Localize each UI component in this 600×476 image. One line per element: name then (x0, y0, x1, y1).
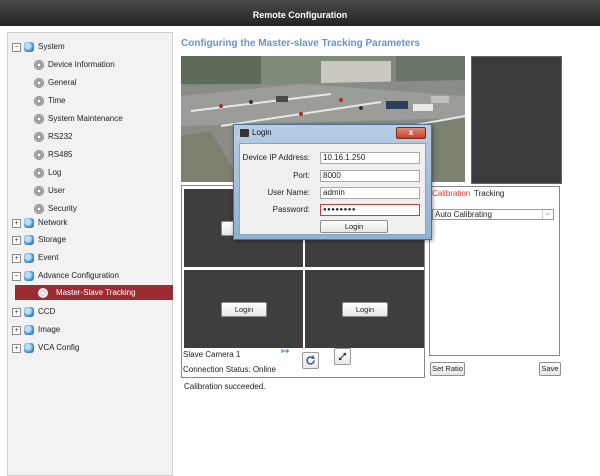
expand-arrows-icon (338, 352, 347, 361)
refresh-button[interactable] (302, 352, 319, 369)
save-button[interactable]: Save (539, 362, 561, 376)
port-label: Port: (293, 171, 310, 180)
config-tree: − System Device Information General Time … (7, 32, 173, 476)
expand-icon[interactable]: + (12, 253, 21, 263)
login-dialog: Login x Device IP Address: 10.16.1.250 P… (233, 124, 432, 240)
password-label: Password: (272, 205, 310, 214)
expand-icon[interactable]: + (12, 325, 21, 335)
calibration-panel: Calibration Tracking Auto Calibrating ⌵ (429, 186, 560, 356)
gear-icon (38, 288, 48, 298)
username-field[interactable]: admin (320, 187, 420, 199)
refresh-icon (306, 355, 315, 365)
calibration-mode-select[interactable]: Auto Calibrating ⌵ (432, 209, 554, 220)
folder-icon (24, 42, 34, 52)
expand-icon[interactable]: + (12, 218, 21, 228)
dialog-title: Login (252, 128, 272, 137)
calibration-mode-value: Auto Calibrating (435, 210, 492, 219)
logout-icon[interactable]: ↦ (281, 346, 289, 357)
gear-icon (34, 60, 44, 70)
gear-icon (34, 114, 44, 124)
tree-item-vca-config[interactable]: + VCA Config (12, 340, 79, 356)
folder-icon (24, 253, 34, 263)
cell-3-login-button[interactable]: Login (221, 302, 267, 317)
gear-icon (34, 186, 44, 196)
gear-icon (34, 132, 44, 142)
camera-cell-3[interactable]: Login (184, 270, 303, 348)
tree-item-time[interactable]: Time (34, 93, 65, 109)
window-title-bar: Remote Configuration (0, 0, 600, 26)
gear-icon (34, 204, 44, 214)
tree-item-advance-configuration[interactable]: − Advance Configuration (12, 268, 119, 284)
connection-status: Connection Status: Online (183, 365, 276, 374)
slave-camera-label: Slave Camera 1 (183, 350, 241, 359)
status-message: Calibration succeeded. (184, 382, 266, 391)
fullscreen-button[interactable] (334, 348, 351, 365)
tree-item-ccd[interactable]: + CCD (12, 304, 55, 320)
gear-icon (34, 168, 44, 178)
tree-item-event[interactable]: + Event (12, 250, 58, 266)
tree-item-image[interactable]: + Image (12, 322, 60, 338)
tree-item-network[interactable]: + Network (12, 215, 67, 231)
login-form: Device IP Address: 10.16.1.250 Port: 800… (239, 143, 426, 235)
expand-icon[interactable]: + (12, 235, 21, 245)
set-ratio-button[interactable]: Set Ratio (430, 362, 465, 376)
window-title: Remote Configuration (252, 10, 348, 20)
slave-camera-preview[interactable] (471, 56, 562, 184)
dialog-login-button[interactable]: Login (320, 220, 388, 233)
port-field[interactable]: 8000 (320, 170, 420, 182)
ip-address-field[interactable]: 10.16.1.250 (320, 152, 420, 164)
tree-item-system[interactable]: − System (12, 39, 65, 55)
folder-icon (24, 343, 34, 353)
tree-item-system-maintenance[interactable]: System Maintenance (34, 111, 123, 127)
tree-item-rs485[interactable]: RS485 (34, 147, 72, 163)
tree-item-master-slave-tracking[interactable]: Master-Slave Tracking (15, 285, 173, 300)
expand-icon[interactable]: + (12, 307, 21, 317)
tree-item-general[interactable]: General (34, 75, 76, 91)
tree-item-log[interactable]: Log (34, 165, 61, 181)
tree-item-user[interactable]: User (34, 183, 65, 199)
gear-icon (34, 96, 44, 106)
tree-item-rs232[interactable]: RS232 (34, 129, 72, 145)
camera-cell-4[interactable]: Login (305, 270, 424, 348)
folder-icon (24, 271, 34, 281)
collapse-icon[interactable]: − (12, 271, 21, 281)
gear-icon (34, 78, 44, 88)
collapse-icon[interactable]: − (12, 42, 21, 52)
chevron-down-icon: ⌵ (542, 210, 552, 219)
app-icon (240, 129, 249, 137)
tree-item-device-information[interactable]: Device Information (34, 57, 115, 73)
gear-icon (34, 150, 44, 160)
expand-icon[interactable]: + (12, 343, 21, 353)
password-field[interactable]: ●●●●●●●● (320, 204, 420, 216)
folder-icon (24, 307, 34, 317)
folder-icon (24, 235, 34, 245)
ip-label: Device IP Address: (242, 153, 310, 162)
page-title: Configuring the Master-slave Tracking Pa… (181, 38, 420, 49)
tree-item-storage[interactable]: + Storage (12, 232, 66, 248)
folder-icon (24, 325, 34, 335)
username-label: User Name: (267, 188, 310, 197)
close-button[interactable]: x (396, 127, 426, 139)
tab-tracking[interactable]: Tracking (474, 188, 504, 200)
cell-4-login-button[interactable]: Login (342, 302, 388, 317)
tab-calibration[interactable]: Calibration (432, 188, 470, 200)
folder-icon (24, 218, 34, 228)
